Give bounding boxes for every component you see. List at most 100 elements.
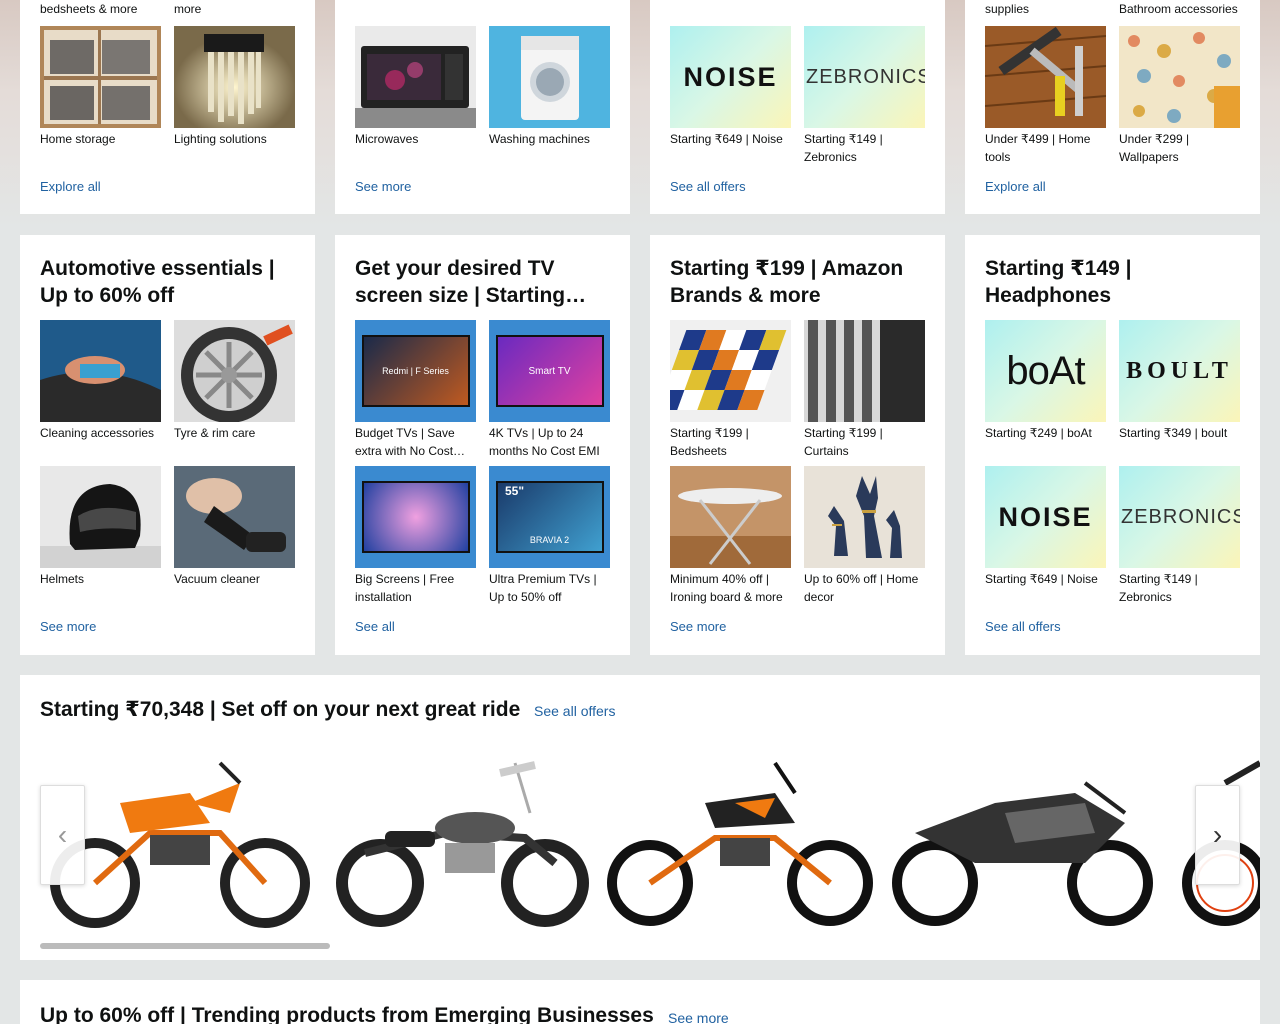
brand-zebronics-text: ZEBRONICS: [1121, 505, 1240, 528]
tile-bedsheets[interactable]: Starting ₹199 | Bedsheets: [670, 320, 791, 460]
carousel-scrollbar-thumb[interactable]: [40, 943, 330, 949]
tv-screen: Smart TV: [495, 335, 604, 407]
explore-all-link[interactable]: Explore all: [985, 179, 1046, 194]
wall-lamp-image: [174, 26, 295, 128]
tile-tyre-rim-care[interactable]: Tyre & rim care: [174, 320, 295, 442]
ironing-board-image: [670, 466, 791, 568]
tile-home-tools[interactable]: Under ₹499 | Home tools: [985, 26, 1106, 166]
sport-bike-image[interactable]: [885, 743, 1155, 928]
see-all-offers-link[interactable]: See all offers: [985, 619, 1061, 634]
card-appliances: Microwaves Washing machines See more: [335, 0, 630, 214]
tile-caption: Starting ₹149 | Zebronics: [1119, 572, 1198, 604]
tv-size-badge: 55": [505, 484, 525, 498]
curtains-image: [804, 320, 925, 422]
brand-zebronics-text: ZEBRONICS: [806, 65, 925, 88]
explore-all-link[interactable]: Explore all: [40, 179, 101, 194]
card-amazon-brands: Starting ₹199 | Amazon Brands & more Sta…: [650, 235, 945, 655]
carousel-title: Starting ₹70,348 | Set off on your next …: [40, 698, 521, 721]
tile-budget-tvs[interactable]: Redmi | F Series Budget TVs | Save extra…: [355, 320, 476, 460]
car-cleaning-image: [40, 320, 161, 422]
tile-home-storage[interactable]: Home storage: [40, 26, 161, 148]
card-emerging-businesses: Up to 60% off | Trending products from E…: [20, 980, 1260, 1024]
card-ride-carousel: Starting ₹70,348 | Set off on your next …: [20, 675, 1260, 960]
zebronics-logo-image: ZEBRONICS: [1119, 466, 1240, 568]
cruiser-bike-image[interactable]: [325, 743, 595, 928]
tile-washing-machines[interactable]: Washing machines: [489, 26, 610, 148]
boult-logo-image: BOULT: [1119, 320, 1240, 422]
tile-4k-tvs[interactable]: Smart TV 4K TVs | Up to 24 months No Cos…: [489, 320, 610, 460]
tile-zebronics[interactable]: ZEBRONICS Starting ₹149 | Zebronics: [1119, 466, 1240, 606]
tile-cleaning-accessories[interactable]: Cleaning accessories: [40, 320, 161, 442]
carousel-next-button[interactable]: ›: [1195, 785, 1240, 885]
card-tv: Get your desired TV screen size | Starti…: [335, 235, 630, 655]
tile-vacuum-cleaner[interactable]: Vacuum cleaner: [174, 466, 295, 588]
noise-logo-image: NOISE: [670, 26, 791, 128]
top-caption: supplies: [985, 2, 1030, 16]
tile-boat[interactable]: boAt Starting ₹249 | boAt: [985, 320, 1106, 442]
chevron-right-icon: ›: [1212, 819, 1223, 850]
tile-big-screens[interactable]: Big Screens | Free installation: [355, 466, 476, 606]
card-home-improvement: supplies Bathroom accessories Under ₹499…: [965, 0, 1260, 214]
tile-ultra-premium-tvs[interactable]: BRAVIA 2 55" Ultra Premium TVs | Up to 5…: [489, 466, 610, 606]
tile-caption: Starting ₹349 | boult: [1119, 426, 1228, 440]
tile-caption: Helmets: [40, 572, 85, 586]
tile-ironing-board[interactable]: Minimum 40% off | Ironing board & more: [670, 466, 791, 606]
tile-caption: Starting ₹149 | Zebronics: [804, 132, 883, 164]
carousel-prev-button[interactable]: ‹: [40, 785, 85, 885]
card-headphones: Starting ₹149 | Headphones boAt Starting…: [965, 235, 1260, 655]
carousel-scrollbar[interactable]: [40, 943, 1240, 949]
tile-caption: Ultra Premium TVs | Up to 50% off: [489, 572, 597, 604]
card-automotive: Automotive essentials | Up to 60% off Cl…: [20, 235, 315, 655]
helmet-image: [40, 466, 161, 568]
tile-caption: Home storage: [40, 132, 116, 146]
tile-boult[interactable]: BOULT Starting ₹349 | boult: [1119, 320, 1240, 442]
tile-helmets[interactable]: Helmets: [40, 466, 161, 588]
see-all-offers-link[interactable]: See all offers: [534, 703, 615, 719]
hand-tools-image: [985, 26, 1106, 128]
top-caption: Bathroom accessories: [1119, 2, 1238, 16]
tile-noise[interactable]: NOISE Starting ₹649 | Noise: [670, 26, 791, 148]
card-title: Starting ₹199 | Amazon Brands & more: [670, 257, 904, 307]
see-all-link[interactable]: See all: [355, 619, 395, 634]
brand-noise-text: NOISE: [683, 61, 778, 92]
tile-microwaves[interactable]: Microwaves: [355, 26, 476, 148]
see-more-link[interactable]: See more: [668, 1010, 729, 1024]
tile-caption: Up to 60% off | Home decor: [804, 572, 919, 604]
naked-bike-image[interactable]: [605, 743, 875, 928]
brand-noise-text: NOISE: [998, 501, 1093, 532]
tile-caption: Under ₹299 | Wallpapers: [1119, 132, 1190, 164]
shelf-baskets-image: [40, 26, 161, 128]
tv-image: Smart TV: [489, 320, 610, 422]
top-caption: more: [174, 2, 202, 16]
tile-caption: Washing machines: [489, 132, 590, 146]
brand-boult-text: BOULT: [1126, 357, 1233, 384]
card-title: Get your desired TV screen size | Starti…: [355, 257, 587, 307]
tile-home-decor[interactable]: Up to 60% off | Home decor: [804, 466, 925, 606]
tile-caption: Tyre & rim care: [174, 426, 256, 440]
see-more-link[interactable]: See more: [40, 619, 96, 634]
deer-decor-image: [804, 466, 925, 568]
card-title: Automotive essentials | Up to 60% off: [40, 257, 275, 307]
tile-caption: Cleaning accessories: [40, 426, 155, 440]
tile-caption: Starting ₹649 | Noise: [985, 572, 1098, 586]
noise-logo-image: NOISE: [985, 466, 1106, 568]
tile-caption: Microwaves: [355, 132, 419, 146]
microwave-image: [355, 26, 476, 128]
tile-lighting[interactable]: Lighting solutions: [174, 26, 295, 148]
see-more-link[interactable]: See more: [670, 619, 726, 634]
tile-caption: Budget TVs | Save extra with No Cost…: [355, 426, 466, 458]
tile-curtains[interactable]: Starting ₹199 | Curtains: [804, 320, 925, 460]
floral-wallpaper-image: [1119, 26, 1240, 128]
tile-noise[interactable]: NOISE Starting ₹649 | Noise: [985, 466, 1106, 588]
tv-image: BRAVIA 2 55": [489, 466, 610, 568]
see-more-link[interactable]: See more: [355, 179, 411, 194]
see-all-offers-link[interactable]: See all offers: [670, 179, 746, 194]
top-caption: bedsheets & more: [40, 2, 138, 16]
chevron-left-icon: ‹: [57, 819, 68, 850]
boat-logo-image: boAt: [985, 320, 1106, 422]
rim-wash-image: [174, 320, 295, 422]
tile-zebronics[interactable]: ZEBRONICS Starting ₹149 | Zebronics: [804, 26, 925, 166]
tile-wallpapers[interactable]: Under ₹299 | Wallpapers: [1119, 26, 1240, 166]
tile-caption: Lighting solutions: [174, 132, 267, 146]
tile-caption: Under ₹499 | Home tools: [985, 132, 1091, 164]
